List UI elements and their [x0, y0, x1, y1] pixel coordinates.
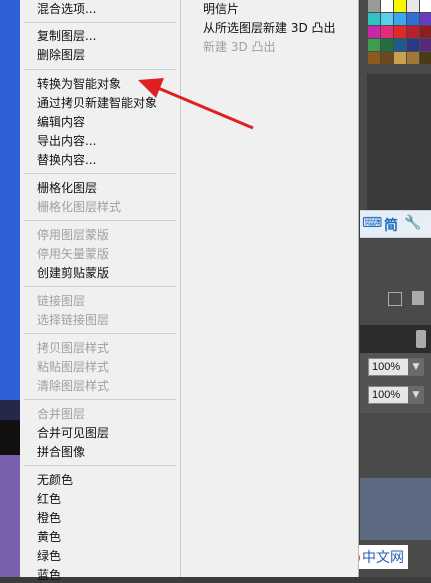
- menu-item-delete-layer[interactable]: 删除图层: [37, 47, 85, 63]
- ime-toolbar[interactable]: ⌨ 简 🔧: [360, 210, 431, 238]
- color-swatch[interactable]: [420, 0, 431, 12]
- color-swatch[interactable]: [394, 52, 406, 64]
- color-swatch[interactable]: [394, 13, 406, 25]
- menu-item-edit-contents[interactable]: 编辑内容: [37, 114, 85, 130]
- menu-item-color-none[interactable]: 无颜色: [37, 472, 73, 488]
- color-swatch[interactable]: [394, 0, 406, 12]
- trash-icon[interactable]: [412, 291, 424, 305]
- watermark-text: 中文网: [362, 549, 404, 565]
- submenu-item-postcard[interactable]: 明信片: [203, 1, 239, 17]
- color-swatch[interactable]: [368, 52, 380, 64]
- menu-item-link-layers[interactable]: 链接图层: [37, 293, 85, 309]
- menu-separator: [24, 173, 176, 174]
- menu-item-merge-visible[interactable]: 合并可见图层: [37, 425, 109, 441]
- menu-item-clear-layer-style[interactable]: 清除图层样式: [37, 378, 109, 394]
- menu-item-create-clipping-mask[interactable]: 创建剪贴蒙版: [37, 265, 109, 281]
- color-swatch[interactable]: [407, 13, 419, 25]
- layer-row-black: [0, 420, 20, 455]
- menu-item-paste-layer-style[interactable]: 粘贴图层样式: [37, 359, 109, 375]
- menu-separator: [24, 399, 176, 400]
- menu-separator: [24, 220, 176, 221]
- layer-row-purple: [0, 455, 20, 577]
- color-swatch[interactable]: [368, 26, 380, 38]
- menu-separator: [24, 69, 176, 70]
- color-swatch[interactable]: [407, 0, 419, 12]
- color-swatch[interactable]: [420, 13, 431, 25]
- menu-item-color-green[interactable]: 绿色: [37, 548, 61, 564]
- menu-item-flatten-image[interactable]: 拼合图像: [37, 444, 85, 460]
- menu-item-rasterize-layer[interactable]: 栅格化图层: [37, 180, 97, 196]
- color-swatch[interactable]: [381, 26, 393, 38]
- menu-item-export-contents[interactable]: 导出内容...: [37, 133, 96, 149]
- menu-item-duplicate-layer[interactable]: 复制图层...: [37, 28, 96, 44]
- menu-separator: [24, 286, 176, 287]
- color-swatch[interactable]: [420, 39, 431, 51]
- menu-item-replace-contents[interactable]: 替换内容...: [37, 152, 96, 168]
- color-swatch[interactable]: [381, 13, 393, 25]
- 3d-submenu: 明信片 从所选图层新建 3D 凸出 新建 3D 凸出: [181, 0, 359, 577]
- new-layer-icon[interactable]: [388, 292, 402, 306]
- layer-context-menu: 混合选项... 复制图层... 删除图层 转换为智能对象 通过拷贝新建智能对象 …: [20, 0, 181, 582]
- color-swatch[interactable]: [381, 39, 393, 51]
- color-swatch[interactable]: [394, 26, 406, 38]
- opacity-field[interactable]: 100%: [368, 358, 411, 376]
- swatches-panel[interactable]: [368, 0, 431, 72]
- color-swatch[interactable]: [381, 0, 393, 12]
- menu-item-color-yellow[interactable]: 黄色: [37, 529, 61, 545]
- wrench-icon[interactable]: 🔧: [404, 215, 421, 231]
- lock-icon[interactable]: [416, 330, 426, 348]
- fill-field[interactable]: 100%: [368, 386, 411, 404]
- menu-item-new-smart-object-via-copy[interactable]: 通过拷贝新建智能对象: [37, 95, 157, 111]
- ime-language[interactable]: 简: [384, 215, 398, 235]
- menu-item-blending-options[interactable]: 混合选项...: [37, 1, 96, 17]
- menu-separator: [24, 22, 176, 23]
- fill-dropdown-icon[interactable]: ▼: [408, 386, 424, 404]
- color-swatch[interactable]: [407, 39, 419, 51]
- color-swatch[interactable]: [394, 39, 406, 51]
- menu-item-disable-vector-mask[interactable]: 停用矢量蒙版: [37, 246, 109, 262]
- color-swatch[interactable]: [420, 26, 431, 38]
- canvas-background-left: [0, 0, 20, 577]
- menu-item-disable-layer-mask[interactable]: 停用图层蒙版: [37, 227, 109, 243]
- submenu-item-new-3d-extrusion-from-layer[interactable]: 从所选图层新建 3D 凸出: [203, 20, 336, 36]
- menu-item-copy-layer-style[interactable]: 拷贝图层样式: [37, 340, 109, 356]
- submenu-item-new-3d-extrusion[interactable]: 新建 3D 凸出: [203, 39, 276, 55]
- keyboard-icon[interactable]: ⌨: [362, 215, 382, 231]
- color-swatch[interactable]: [368, 13, 380, 25]
- menu-item-merge-layers[interactable]: 合并图层: [37, 406, 85, 422]
- color-swatch[interactable]: [407, 52, 419, 64]
- menu-item-color-orange[interactable]: 橙色: [37, 510, 61, 526]
- menu-item-color-blue[interactable]: 蓝色: [37, 567, 61, 583]
- menu-item-select-linked-layers[interactable]: 选择链接图层: [37, 312, 109, 328]
- color-swatch[interactable]: [407, 26, 419, 38]
- menu-item-rasterize-layer-style[interactable]: 栅格化图层样式: [37, 199, 121, 215]
- color-swatch[interactable]: [368, 39, 380, 51]
- menu-item-convert-smart-object[interactable]: 转换为智能对象: [37, 76, 121, 92]
- color-swatch[interactable]: [368, 0, 380, 12]
- menu-separator: [24, 465, 176, 466]
- menu-separator: [24, 333, 176, 334]
- menu-item-color-red[interactable]: 红色: [37, 491, 61, 507]
- opacity-dropdown-icon[interactable]: ▼: [408, 358, 424, 376]
- color-swatch[interactable]: [420, 52, 431, 64]
- color-swatch[interactable]: [381, 52, 393, 64]
- layer-row-dark: [0, 400, 20, 420]
- layer-thumbnail-row[interactable]: [360, 478, 431, 540]
